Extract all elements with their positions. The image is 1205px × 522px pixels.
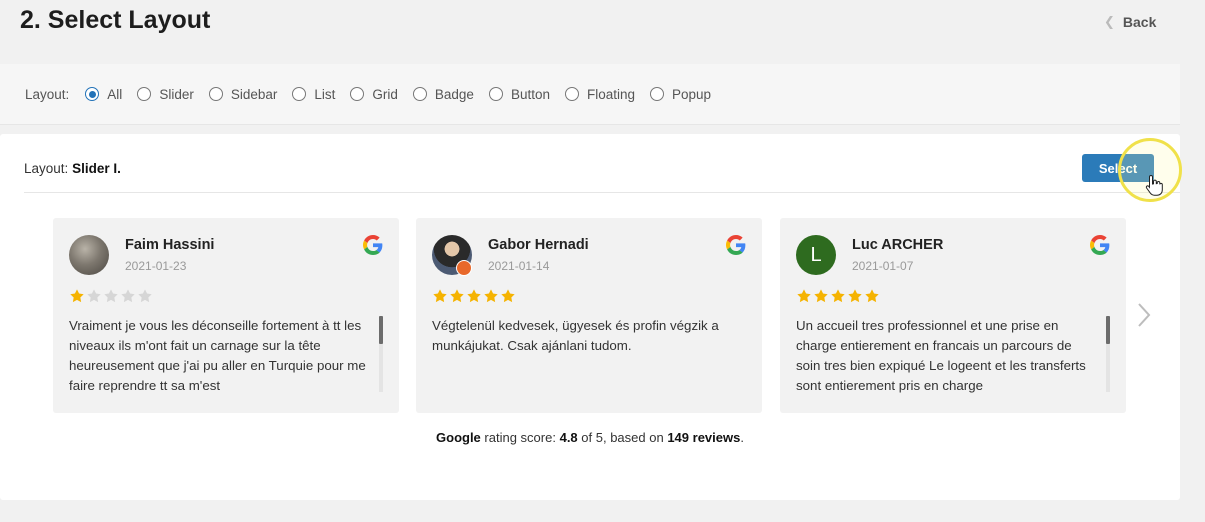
google-icon: [1090, 235, 1110, 255]
radio-option-slider[interactable]: Slider: [137, 87, 194, 102]
avatar-badge: [456, 260, 472, 276]
star-icon: [138, 289, 152, 303]
rating-of-text: of 5, based on: [581, 430, 664, 445]
radio-option-badge[interactable]: Badge: [412, 86, 474, 102]
layout-prefix: Layout:: [24, 161, 69, 176]
radio-label: Popup: [672, 86, 712, 102]
google-icon: [363, 235, 383, 255]
star-icon: [104, 289, 118, 303]
rating-label: rating score:: [484, 430, 556, 445]
radio-label: Badge: [434, 86, 474, 102]
back-button[interactable]: ❮ Back: [1104, 14, 1156, 30]
review-text: Un accueil tres professionnel et une pri…: [796, 318, 1086, 393]
star-icon: [848, 289, 862, 303]
rating-end: .: [740, 430, 744, 445]
layout-name-heading: Layout: Slider I.: [24, 161, 121, 176]
radio-label: Button: [510, 86, 550, 102]
rating-score: 4.8: [559, 430, 578, 445]
google-icon: [726, 235, 746, 255]
layout-name: Slider I.: [72, 161, 121, 176]
review-date: 2021-01-23: [125, 259, 187, 273]
review-scrollbar[interactable]: [1106, 316, 1110, 392]
reviewer-name: Luc ARCHER: [852, 237, 944, 253]
rating-brand: Google: [436, 430, 481, 445]
radio-option-all[interactable]: All: [85, 87, 122, 102]
radio-button[interactable]: [564, 87, 579, 101]
back-chevron-icon: ❮: [1104, 14, 1115, 29]
star-icon: [121, 289, 135, 303]
review-card: Gabor Hernadi 2021-01-14 Végtelenül kedv…: [416, 218, 762, 413]
star-icon: [70, 289, 84, 303]
radio-option-popup[interactable]: Popup: [650, 87, 711, 102]
radio-label: List: [314, 86, 336, 102]
star-icon: [831, 289, 845, 303]
star-icon: [797, 289, 811, 303]
radio-option-sidebar[interactable]: Sidebar: [208, 86, 278, 102]
star-icon: [814, 289, 828, 303]
radio-option-list[interactable]: List: [292, 87, 335, 102]
radio-label: Sidebar: [230, 86, 278, 102]
radio-button[interactable]: [350, 87, 365, 101]
star-rating: [69, 288, 153, 304]
star-rating: [796, 288, 880, 304]
rating-review-count: 149 reviews: [667, 430, 741, 445]
review-card: Faim Hassini 2021-01-23 Vraiment je vous…: [53, 218, 399, 413]
layout-filter-bar: Layout: All Slider Sidebar List Grid Bad…: [0, 64, 1180, 125]
page-title: 2. Select Layout: [20, 6, 211, 34]
radio-button[interactable]: [412, 87, 427, 101]
review-date: 2021-01-14: [488, 259, 550, 273]
review-date: 2021-01-07: [852, 259, 914, 273]
layout-filter-label: Layout:: [25, 86, 70, 102]
radio-option-grid[interactable]: Grid: [350, 87, 398, 102]
radio-button[interactable]: [650, 87, 665, 101]
star-icon: [865, 289, 879, 303]
radio-button[interactable]: [488, 87, 503, 101]
reviewer-name: Faim Hassini: [125, 237, 215, 253]
radio-button[interactable]: [85, 87, 100, 101]
radio-label: All: [107, 86, 123, 102]
radio-label: Grid: [372, 86, 398, 102]
review-text: Végtelenül kedvesek, ügyesek és profin v…: [432, 318, 719, 353]
radio-option-floating[interactable]: Floating: [564, 86, 636, 102]
layout-preview-panel: Layout: Slider I. Select Faim Hassini 20…: [0, 134, 1182, 500]
hand-cursor-icon: [1145, 174, 1163, 196]
review-text: Vraiment je vous les déconseille forteme…: [69, 318, 366, 393]
star-rating: [432, 288, 516, 304]
rating-summary: Google rating score: 4.8 of 5, based on …: [0, 430, 1180, 445]
divider: [24, 192, 1180, 193]
avatar: [69, 235, 109, 275]
star-icon: [501, 289, 515, 303]
star-icon: [87, 289, 101, 303]
reviewer-name: Gabor Hernadi: [488, 237, 589, 253]
radio-label: Slider: [159, 86, 194, 102]
star-icon: [450, 289, 464, 303]
select-button[interactable]: Select: [1082, 154, 1154, 182]
scrollbar-thumb[interactable]: [379, 316, 383, 344]
star-icon: [433, 289, 447, 303]
review-card: L Luc ARCHER 2021-01-07 Un accueil tres …: [780, 218, 1126, 413]
radio-option-button[interactable]: Button: [488, 86, 550, 102]
radio-button[interactable]: [292, 87, 307, 101]
radio-label: Floating: [586, 86, 636, 102]
chevron-right-icon[interactable]: [1134, 300, 1154, 330]
star-icon: [467, 289, 481, 303]
radio-button[interactable]: [137, 87, 152, 101]
review-scrollbar[interactable]: [379, 316, 383, 392]
radio-button[interactable]: [208, 87, 223, 101]
avatar: L: [796, 235, 836, 275]
star-icon: [484, 289, 498, 303]
scrollbar-thumb[interactable]: [1106, 316, 1110, 344]
back-label: Back: [1122, 14, 1157, 30]
